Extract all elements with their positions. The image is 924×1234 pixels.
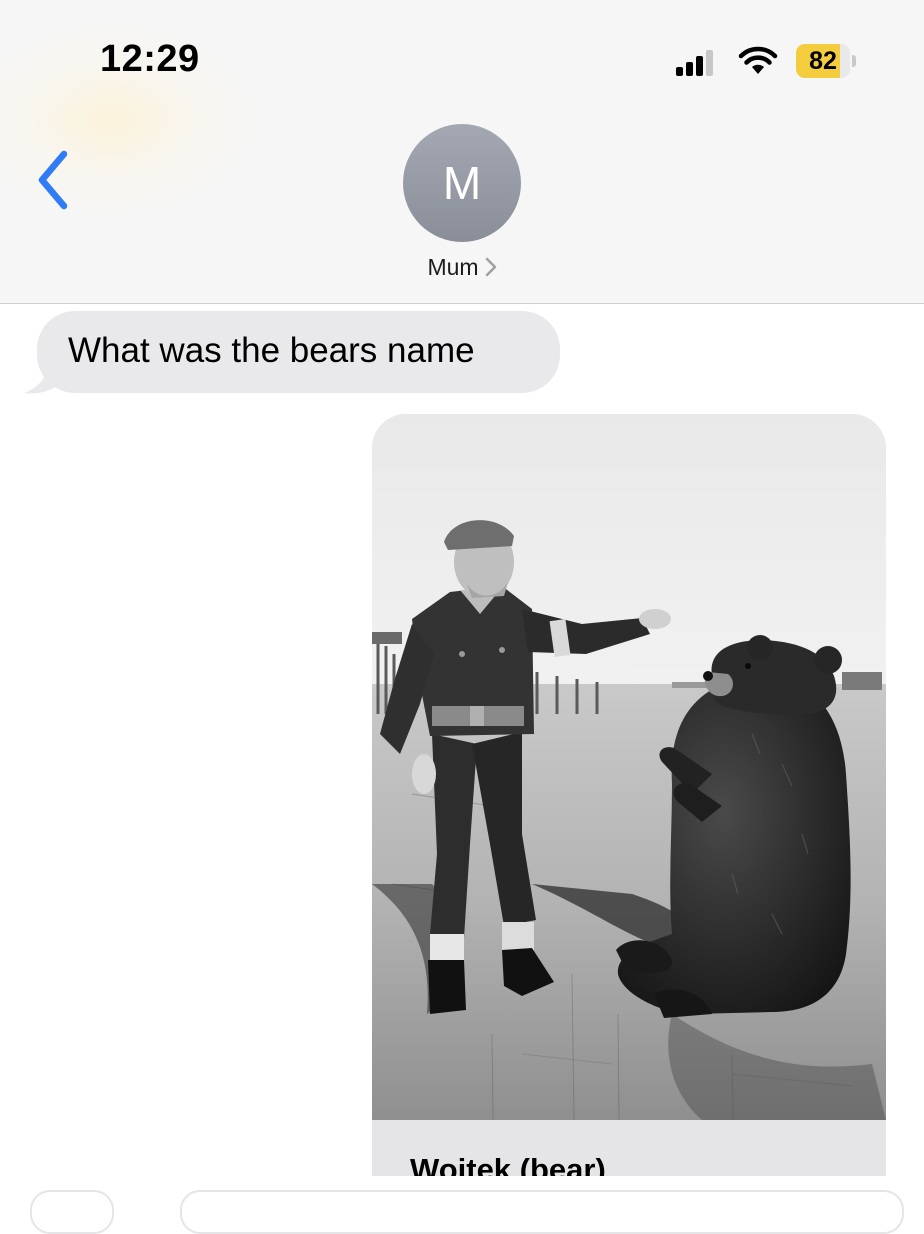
battery-body: 82 (796, 44, 850, 78)
battery-indicator: 82 (796, 44, 856, 78)
chevron-right-icon (485, 257, 496, 277)
wifi-icon (738, 46, 778, 74)
conversation-header: 12:29 82 M Mum (0, 0, 924, 304)
contact-name: Mum (427, 254, 479, 280)
chevron-left-icon (38, 150, 68, 210)
avatar-initial: M (442, 157, 482, 209)
link-preview-card[interactable]: Wojtek (bear) (372, 414, 886, 1214)
contact-avatar[interactable]: M (403, 124, 521, 242)
photo-soldier-with-bear (372, 414, 886, 1120)
apps-button[interactable] (30, 1190, 114, 1234)
back-button[interactable] (30, 148, 80, 212)
status-time: 12:29 (100, 38, 200, 80)
incoming-message-text: What was the bears name (68, 331, 475, 370)
message-input[interactable] (180, 1190, 904, 1234)
battery-level: 82 (809, 47, 837, 75)
cellular-signal-icon (676, 50, 713, 76)
contact-name-button[interactable]: Mum (0, 254, 924, 281)
battery-cap (852, 55, 856, 67)
